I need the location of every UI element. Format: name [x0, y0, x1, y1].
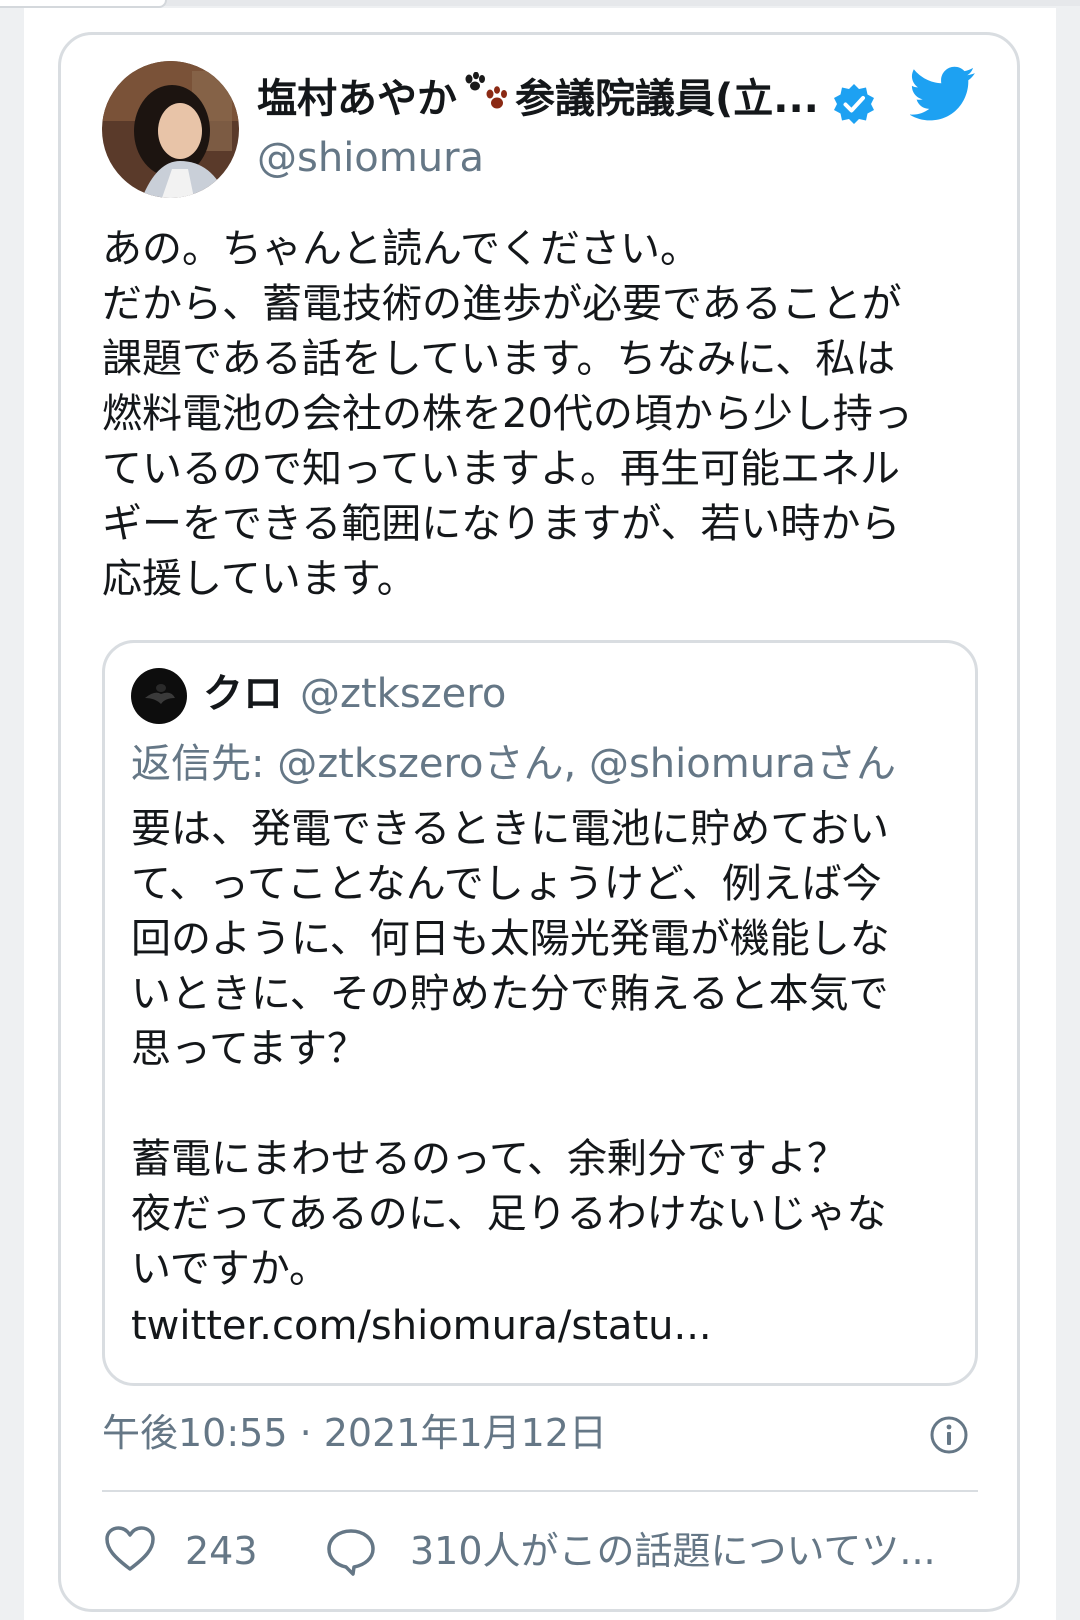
- twitter-bird-icon[interactable]: [909, 66, 976, 126]
- speech-bubble-icon[interactable]: [325, 1527, 377, 1581]
- footer-divider: [102, 1490, 978, 1492]
- tweet-text-line: だから、蓄電技術の進歩が必要であることが: [102, 281, 902, 327]
- tweet-text-line: 燃料電池の会社の株を20代の頃から少し持っ: [102, 391, 913, 437]
- previous-card-edge: [0, 0, 167, 8]
- quoted-text-line: いときに、その貯めた分で賄えると本気で: [131, 971, 889, 1017]
- quoted-tweet-text: 要は、発電できるときに電池に貯めておい て、ってことなんでしょうけど、例えば今 …: [131, 802, 951, 1297]
- quoted-author-name: クロ: [203, 671, 283, 717]
- quoted-author-avatar: [131, 668, 187, 724]
- quoted-text-line: [131, 1077, 951, 1132]
- quoted-text-line: 要は、発電できるときに電池に貯めておい: [131, 806, 889, 852]
- tweet-text: あの。ちゃんと読んでください。 だから、蓄電技術の進歩が必要であることが 課題で…: [102, 222, 962, 607]
- tweet-text-line: ギーをできる範囲になりますが、若い時から: [102, 501, 901, 547]
- tweet-timestamp[interactable]: 午後10:55 · 2021年1月12日: [102, 1408, 607, 1458]
- quoted-text-line: 夜だってあるのに、足りるわけないじゃな: [131, 1191, 887, 1237]
- conversation-link[interactable]: 310人がこの話題についてツ...: [410, 1525, 936, 1577]
- author-avatar[interactable]: [102, 61, 239, 198]
- quoted-text-line: 回のように、何日も太陽光発電が機能しな: [131, 916, 890, 962]
- verified-badge-icon: [832, 82, 876, 130]
- paw-prints-icon: [463, 71, 509, 125]
- tweet-text-line: あの。ちゃんと読んでください。: [102, 226, 700, 272]
- tweet-text-line: 課題である話をしています。ちなみに、私は: [102, 336, 896, 382]
- tweet-text-line: 応援しています。: [102, 556, 417, 602]
- quoted-reply-to: 返信先: @ztkszeroさん, @shiomuraさん: [131, 741, 896, 787]
- tweet-text-line: ているので知っていますよ。再生可能エネル: [102, 446, 900, 492]
- quoted-tweet-link[interactable]: twitter.com/shiomura/statu...: [131, 1300, 712, 1352]
- like-count: 243: [185, 1529, 258, 1573]
- quoted-text-line: て、ってことなんでしょうけど、例えば今: [131, 861, 882, 907]
- author-name[interactable]: 塩村あやか 参議院議員(立...: [257, 71, 819, 125]
- quoted-text-line: 蓄電にまわせるのって、余剰分ですよ？: [131, 1136, 847, 1182]
- quoted-author-handle: @ztkszero: [300, 671, 507, 717]
- author-name-text: 塩村あやか: [257, 75, 457, 122]
- quoted-text-line: いですか。: [131, 1246, 329, 1292]
- heart-icon[interactable]: [104, 1525, 156, 1577]
- author-name-suffix: 参議院議員(立...: [515, 75, 819, 122]
- author-handle[interactable]: @shiomura: [257, 132, 484, 184]
- quoted-text-line: 思ってます？: [131, 1026, 367, 1072]
- info-icon[interactable]: [928, 1414, 970, 1460]
